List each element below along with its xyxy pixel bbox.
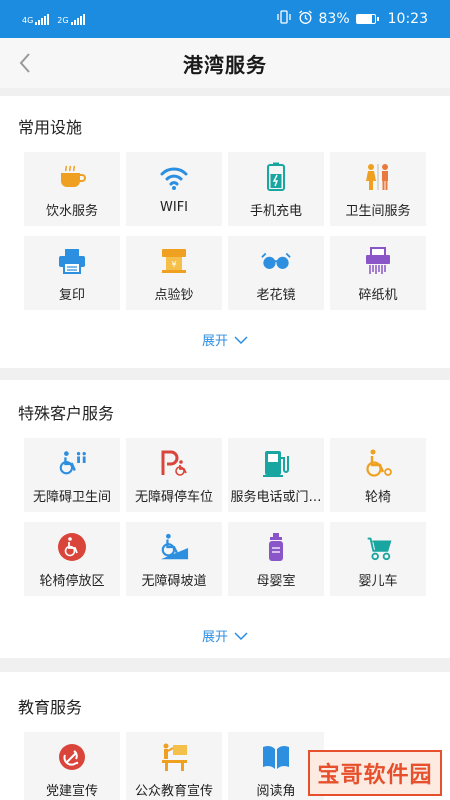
svg-text:¥: ¥ — [171, 260, 176, 269]
expand-label: 展开 — [201, 334, 228, 349]
wheelchair-parking-icon — [57, 532, 87, 562]
printer-icon — [57, 246, 87, 276]
watermark-text: 宝哥软件园 — [317, 763, 433, 788]
stroller-icon — [363, 532, 393, 562]
chevron-left-icon — [19, 53, 30, 73]
alarm-icon — [298, 9, 313, 29]
tile-label: 卫生间服务 — [345, 204, 411, 219]
tile-label: 党建宣传 — [45, 784, 98, 799]
sim2-signal: 2G — [57, 13, 85, 25]
tile-label: 无障碍坡道 — [141, 574, 207, 589]
wifi-icon — [159, 162, 189, 192]
accessible-restroom-icon — [57, 448, 87, 478]
back-button[interactable] — [12, 50, 38, 76]
tile-mother-baby-room[interactable]: 母婴室 — [228, 522, 324, 596]
tile-wheelchair-parking[interactable]: 轮椅停放区 — [24, 522, 120, 596]
tile-label: 无障碍卫生间 — [32, 490, 111, 505]
tile-accessible-restroom[interactable]: 无障碍卫生间 — [24, 438, 120, 512]
tile-reading-glasses[interactable]: 老花镜 — [228, 236, 324, 310]
tile-label: 阅读角 — [256, 784, 296, 799]
signal-group: 4G 2G — [22, 13, 85, 25]
tile-label: 婴儿车 — [358, 574, 398, 589]
section-title: 特殊客户服务 — [18, 404, 115, 423]
tile-shredder[interactable]: 碎纸机 — [330, 236, 426, 310]
page-title: 港湾服务 — [183, 52, 267, 77]
section-special-customer-service: 特殊客户服务 无障碍卫生间 无障碍停车位 服务电话或门… 轮椅 轮椅停放区 无障… — [0, 380, 450, 658]
tile-stroller[interactable]: 婴儿车 — [330, 522, 426, 596]
accessible-parking-icon — [159, 448, 189, 478]
section-title: 教育服务 — [18, 698, 83, 717]
cup-icon — [57, 162, 87, 192]
party-emblem-icon — [57, 742, 87, 772]
watermark-logo: 宝哥软件园 — [308, 750, 442, 796]
tile-label: 母婴室 — [256, 574, 296, 589]
chevron-down-icon — [234, 631, 248, 640]
section-title: 常用设施 — [18, 118, 83, 137]
presentation-icon — [159, 742, 189, 772]
tile-restroom-service[interactable]: 卫生间服务 — [330, 152, 426, 226]
book-icon — [261, 742, 291, 772]
tile-label: 复印 — [58, 288, 85, 303]
signal-icon — [70, 13, 85, 25]
tile-label: 服务电话或门… — [230, 490, 322, 505]
tile-phone-charging[interactable]: 手机充电 — [228, 152, 324, 226]
tile-label: 无障碍停车位 — [134, 490, 213, 505]
sim2-label: 2G — [57, 15, 69, 25]
tile-accessible-ramp[interactable]: 无障碍坡道 — [126, 522, 222, 596]
glasses-icon — [261, 246, 291, 276]
status-bar: 4G 2G 83% 10:23 — [0, 0, 450, 38]
status-right: 83% 10:23 — [276, 9, 428, 29]
tile-label: 轮椅停放区 — [39, 574, 105, 589]
baby-bottle-icon — [261, 532, 291, 562]
tile-copy[interactable]: 复印 — [24, 236, 120, 310]
tile-label: 点验钞 — [154, 288, 194, 303]
tile-label: 饮水服务 — [45, 204, 98, 219]
service-phone-icon — [261, 448, 291, 478]
tile-wheelchair[interactable]: 轮椅 — [330, 438, 426, 512]
section-common-facilities: 常用设施 饮水服务 WIFI 手机充电 卫生间服务 复印 ¥ 点验钞 老花镜 碎… — [0, 96, 450, 368]
ramp-icon — [159, 532, 189, 562]
tile-water-service[interactable]: 饮水服务 — [24, 152, 120, 226]
tile-public-education[interactable]: 公众教育宣传 — [126, 732, 222, 800]
sim1-signal: 4G — [22, 13, 50, 25]
tile-wifi[interactable]: WIFI — [126, 152, 222, 226]
sim1-label: 4G — [22, 15, 34, 25]
wheelchair-icon — [363, 448, 393, 478]
signal-icon — [35, 13, 50, 25]
tile-label: 碎纸机 — [358, 288, 398, 303]
nav-header: 港湾服务 — [0, 38, 450, 88]
facility-grid: 饮水服务 WIFI 手机充电 卫生间服务 复印 ¥ 点验钞 老花镜 碎纸机 — [24, 152, 430, 310]
battery-percent: 83% — [318, 11, 350, 27]
restroom-icon — [363, 162, 393, 192]
tile-label: 公众教育宣传 — [134, 784, 213, 799]
tile-cash-check[interactable]: ¥ 点验钞 — [126, 236, 222, 310]
chevron-down-icon — [234, 335, 248, 344]
clock: 10:23 — [387, 11, 428, 27]
special-service-grid: 无障碍卫生间 无障碍停车位 服务电话或门… 轮椅 轮椅停放区 无障碍坡道 母婴室… — [24, 438, 430, 596]
tile-label: 手机充电 — [249, 204, 302, 219]
expand-toggle[interactable]: 展开 — [0, 330, 450, 349]
cash-counter-icon: ¥ — [159, 246, 189, 276]
tile-party-building[interactable]: 党建宣传 — [24, 732, 120, 800]
charging-phone-icon — [261, 162, 291, 192]
expand-toggle[interactable]: 展开 — [0, 626, 450, 645]
expand-label: 展开 — [201, 630, 228, 645]
shredder-icon — [363, 246, 393, 276]
vibrate-icon — [276, 10, 292, 28]
tile-service-phone[interactable]: 服务电话或门… — [228, 438, 324, 512]
tile-label: 老花镜 — [256, 288, 296, 303]
tile-label: 轮椅 — [364, 490, 391, 505]
tile-accessible-parking[interactable]: 无障碍停车位 — [126, 438, 222, 512]
battery-icon — [355, 14, 379, 24]
tile-label: WIFI — [160, 200, 188, 215]
